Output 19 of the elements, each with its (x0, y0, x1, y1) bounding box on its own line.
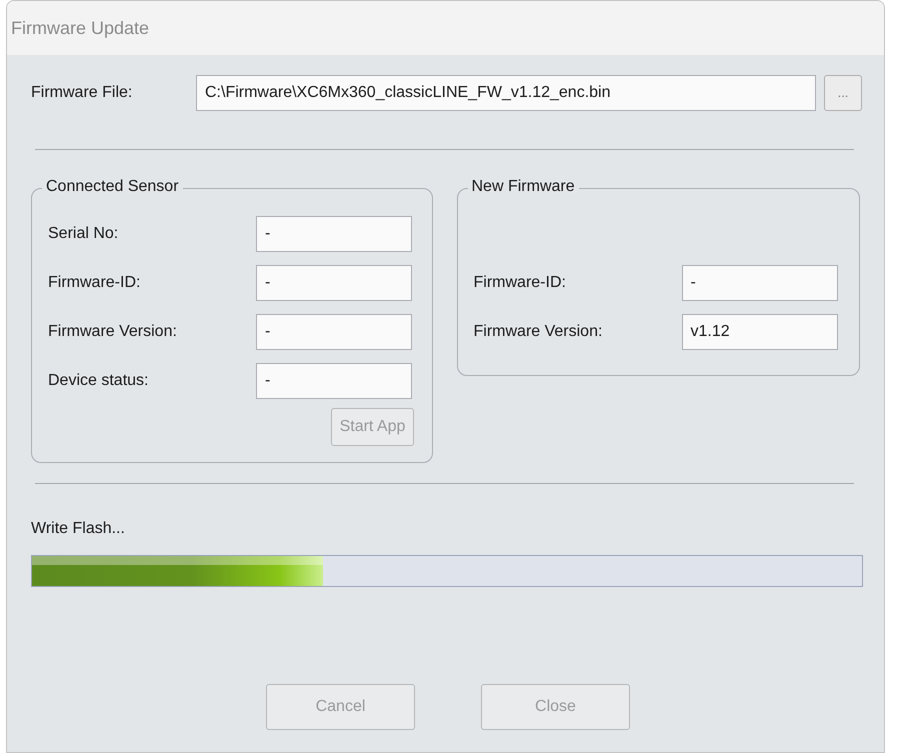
field-label: Firmware-ID: (474, 273, 567, 293)
value-field[interactable]: - (256, 265, 412, 301)
field-label: Device status: (48, 371, 150, 391)
field-label: Firmware Version: (474, 322, 604, 342)
value-field[interactable]: v1.12 (682, 314, 838, 350)
value-field[interactable]: - (256, 314, 412, 350)
progress-label: Write Flash... (31, 519, 126, 539)
value-field[interactable]: - (682, 265, 838, 301)
file-path-field[interactable]: C:\Firmware\XC6Mx360_classicLINE_FW_v1.12_enc.bin (196, 75, 816, 111)
field-label: Firmware File: (31, 83, 134, 103)
field-label: Serial No: (48, 224, 120, 244)
window-title: Firmware Update (11, 18, 150, 38)
value-field[interactable]: - (256, 363, 412, 399)
value-field[interactable]: - (256, 216, 412, 252)
field-label: Firmware-ID: (48, 273, 142, 293)
group-title: New Firmware (470, 179, 576, 195)
browse-button[interactable]: ... (824, 75, 862, 111)
field-label: Firmware Version: (48, 322, 178, 342)
group-title: Connected Sensor (45, 179, 180, 195)
